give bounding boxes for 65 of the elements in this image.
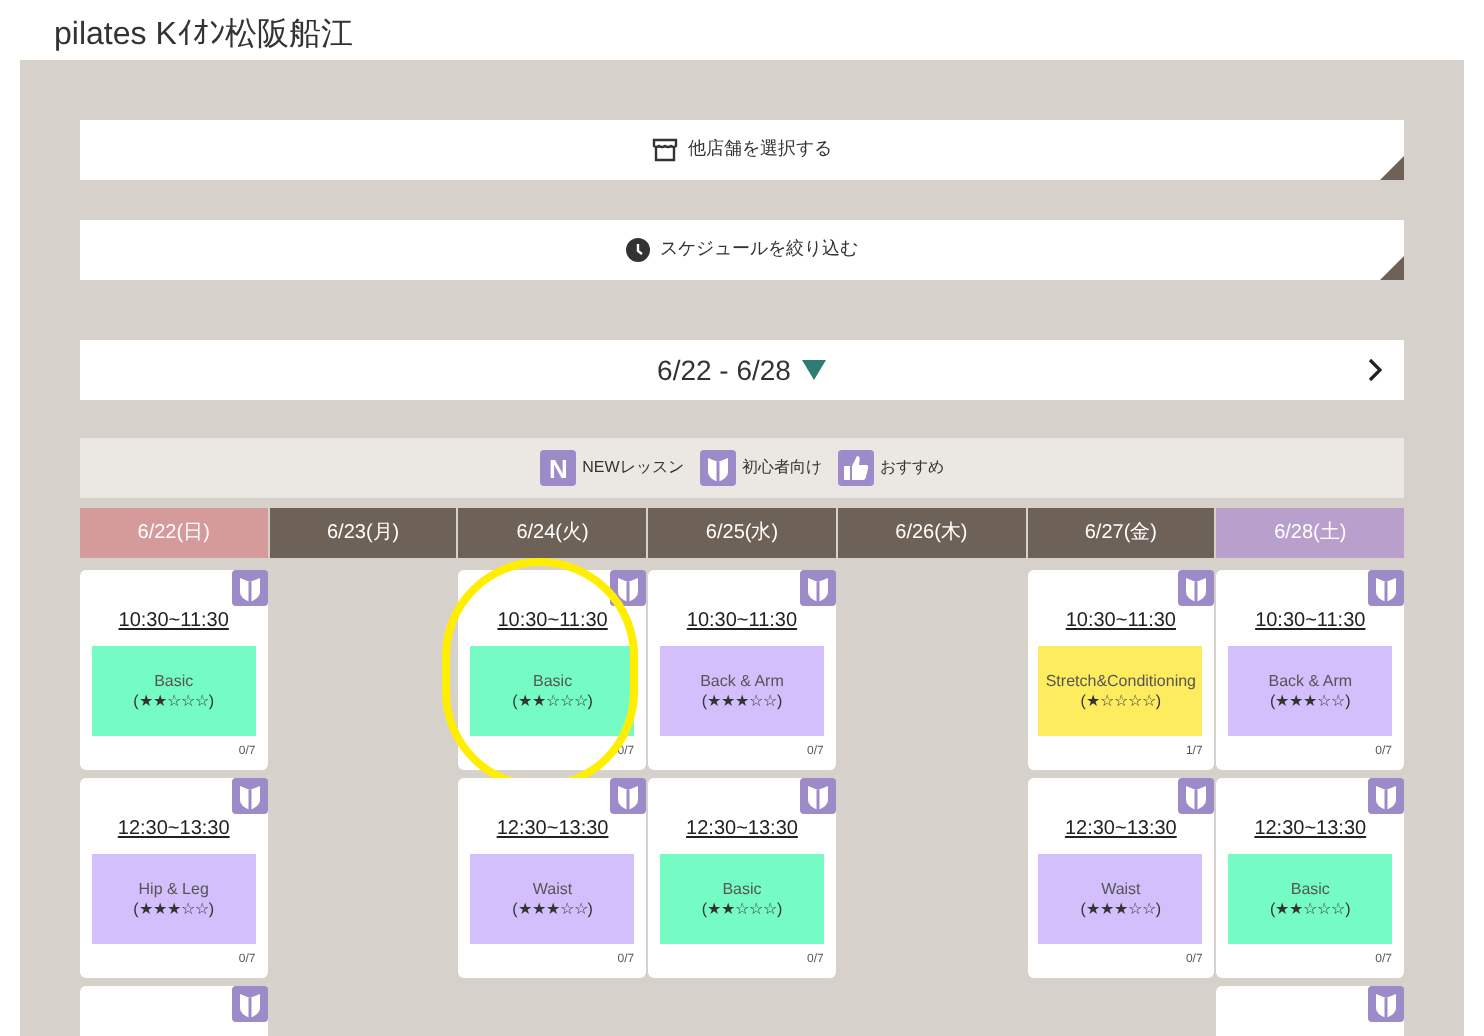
lesson-time-link[interactable]: 10:30~11:30 bbox=[118, 606, 229, 636]
schedule-filter-button[interactable]: スケジュールを絞り込む bbox=[80, 220, 1404, 280]
legend-label: おすすめ bbox=[879, 456, 944, 480]
shield-icon bbox=[699, 450, 736, 486]
lesson-rating: (★★★☆☆) bbox=[133, 899, 214, 919]
page-title: pilates Kｲｵﾝ松阪船江 bbox=[52, 16, 355, 56]
new-badge-icon: N bbox=[540, 450, 577, 486]
legend-label: 初心者向け bbox=[741, 456, 822, 480]
day-header: 6/28(土) bbox=[1216, 508, 1404, 558]
lesson-rating: (★★☆☆☆) bbox=[133, 691, 214, 711]
shield-icon bbox=[610, 778, 647, 814]
lesson-name: Basic bbox=[722, 879, 762, 899]
day-header: 6/24(火) bbox=[458, 508, 647, 558]
day-header: 6/25(水) bbox=[648, 508, 836, 558]
lesson-time-link[interactable]: 10:30~11:30 bbox=[686, 606, 798, 636]
lesson-name: Waist bbox=[532, 879, 573, 899]
shield-icon bbox=[799, 570, 836, 606]
corner-triangle-icon bbox=[1380, 156, 1404, 180]
lesson-time-link[interactable]: 12:30~13:30 bbox=[686, 814, 798, 844]
chevron-right-icon[interactable] bbox=[1368, 358, 1384, 382]
day-header: 6/23(月) bbox=[269, 508, 457, 558]
store-icon bbox=[652, 138, 678, 162]
shield-icon bbox=[1368, 778, 1404, 814]
shield-icon bbox=[610, 570, 647, 606]
lesson-name: Basic bbox=[1290, 879, 1330, 899]
lesson-rating: (★★★☆☆) bbox=[1080, 899, 1162, 919]
lesson-rating: (★★★☆☆) bbox=[512, 899, 593, 919]
shield-icon bbox=[1178, 778, 1215, 814]
legend-label: NEWレッスン bbox=[582, 456, 684, 480]
lesson-rating: (★★★☆☆) bbox=[1269, 691, 1351, 711]
lesson-rating: (★☆☆☆☆) bbox=[1080, 691, 1162, 711]
lesson-rating: (★★☆☆☆) bbox=[1269, 899, 1351, 919]
shield-icon bbox=[1178, 570, 1215, 606]
store-select-button[interactable]: 他店舗を選択する bbox=[80, 120, 1404, 180]
lesson-time-link[interactable]: 10:30~11:30 bbox=[1255, 606, 1366, 636]
lesson-time-link[interactable]: 10:30~11:30 bbox=[1065, 606, 1176, 636]
shield-icon bbox=[799, 778, 836, 814]
lesson-name: Basic bbox=[154, 671, 194, 691]
shield-icon bbox=[231, 570, 268, 606]
lesson-time-link[interactable]: 12:30~13:30 bbox=[496, 814, 609, 844]
lesson-time-link[interactable]: 12:30~13:30 bbox=[1254, 814, 1367, 844]
day-header: 6/27(金) bbox=[1027, 508, 1215, 558]
lesson-name: Waist bbox=[1101, 879, 1141, 899]
lesson-time-link[interactable]: 10:30~11:30 bbox=[497, 606, 608, 636]
clock-icon bbox=[626, 238, 650, 262]
lesson-rating: (★★☆☆☆) bbox=[701, 899, 783, 919]
shield-icon bbox=[1368, 570, 1404, 606]
lesson-time-link[interactable]: 12:30~13:30 bbox=[117, 814, 230, 844]
lesson-name: Basic bbox=[533, 671, 573, 691]
day-header: 6/22(日) bbox=[80, 508, 268, 558]
shield-icon bbox=[231, 986, 268, 1022]
shield-icon bbox=[1368, 986, 1404, 1022]
dropdown-triangle-icon[interactable] bbox=[802, 360, 827, 380]
lesson-name: Back & Arm bbox=[1268, 671, 1353, 691]
corner-triangle-icon bbox=[1380, 256, 1404, 280]
day-header: 6/26(木) bbox=[837, 508, 1026, 558]
lesson-time-link[interactable]: 12:30~13:30 bbox=[1064, 814, 1177, 844]
lesson-rating: (★★☆☆☆) bbox=[512, 691, 593, 711]
shield-icon bbox=[231, 778, 268, 814]
lesson-name: Back & Arm bbox=[700, 671, 784, 691]
lesson-rating: (★★★☆☆) bbox=[701, 691, 783, 711]
lesson-name: Stretch&Conditioning bbox=[1045, 671, 1196, 691]
lesson-name: Hip & Leg bbox=[138, 879, 209, 899]
thumbs-up-icon bbox=[837, 450, 874, 486]
week-range: 6/22 - 6/28 bbox=[657, 351, 791, 389]
